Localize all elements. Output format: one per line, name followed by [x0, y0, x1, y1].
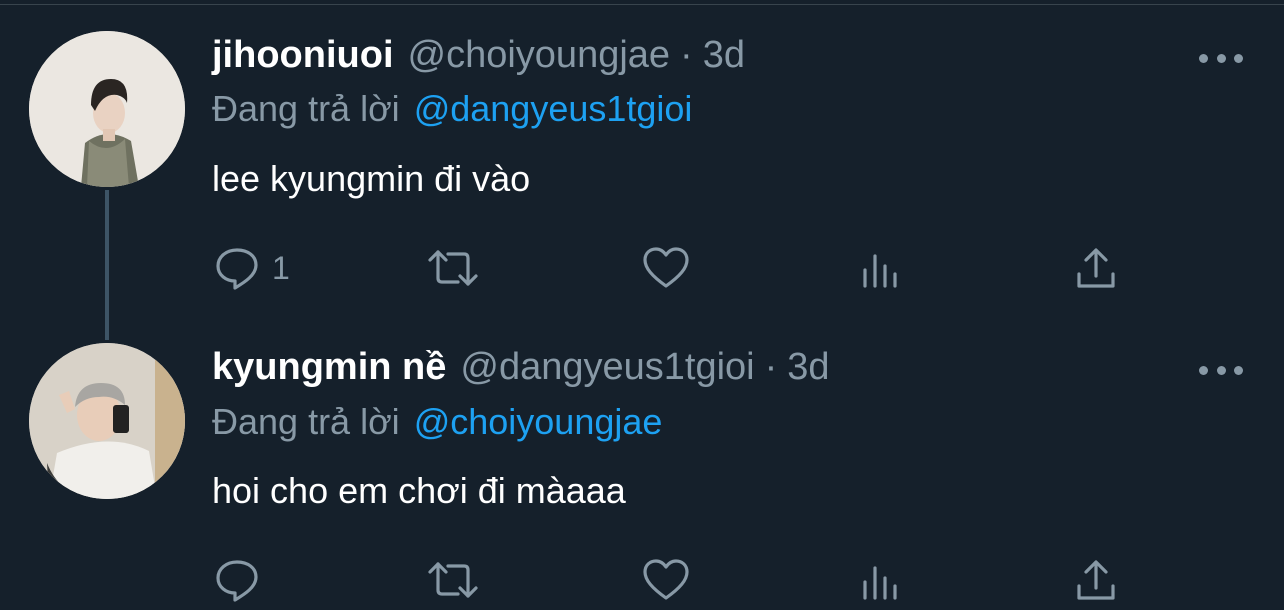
more-icon[interactable] [1199, 48, 1243, 68]
like-button[interactable] [642, 246, 690, 290]
tweet-text: lee kyungmin đi vào [212, 158, 531, 199]
analytics-button[interactable] [860, 562, 904, 602]
like-icon [643, 247, 689, 288]
more-icon[interactable] [1199, 360, 1243, 380]
timestamp[interactable]: 3d [787, 346, 829, 389]
tweet-header: jihooniuoi @choiyoungjae · 3d [212, 34, 745, 86]
share-icon [1077, 248, 1115, 288]
analytics-icon [863, 254, 897, 288]
share-button[interactable] [1074, 558, 1118, 602]
retweet-button[interactable] [426, 248, 480, 288]
display-name[interactable]: kyungmin nề [212, 346, 446, 389]
user-handle[interactable]: @dangyeus1tgioi [460, 346, 754, 389]
retweet-icon [428, 250, 478, 286]
avatar[interactable] [29, 343, 185, 499]
reply-prefix: Đang trả lời [212, 401, 400, 442]
user-handle[interactable]: @choiyoungjae [408, 34, 671, 77]
reply-icon [216, 560, 258, 602]
analytics-icon [863, 566, 897, 600]
display-name[interactable]: jihooniuoi [212, 34, 394, 77]
reply-context: Đang trả lời @choiyoungjae [212, 401, 662, 449]
tweet-header: kyungmin nề @dangyeus1tgioi · 3d [212, 346, 830, 398]
analytics-button[interactable] [860, 250, 904, 290]
like-icon [643, 559, 689, 600]
thread-connector-line [105, 190, 109, 340]
reply-button[interactable] [214, 558, 272, 602]
like-button[interactable] [642, 558, 690, 602]
reply-context: Đang trả lời @dangyeus1tgioi [212, 88, 692, 136]
reply-count: 1 [272, 249, 290, 286]
retweet-icon [428, 562, 478, 598]
reply-prefix: Đang trả lời [212, 88, 400, 129]
timestamp[interactable]: 3d [703, 34, 745, 77]
tweet-text: hoi cho em chơi đi màaaa [212, 470, 626, 511]
reply-icon [216, 248, 258, 290]
share-icon [1077, 560, 1115, 600]
separator-dot: · [680, 34, 693, 76]
avatar-photo-icon [29, 31, 185, 187]
share-button[interactable] [1074, 246, 1118, 290]
avatar[interactable] [29, 31, 185, 187]
avatar-photo-icon [29, 343, 185, 499]
reply-mention-link[interactable]: @choiyoungjae [414, 401, 663, 442]
retweet-button[interactable] [426, 560, 480, 600]
reply-button[interactable]: 1 [214, 246, 290, 290]
top-divider [0, 0, 1284, 5]
separator-dot: · [764, 346, 778, 388]
reply-mention-link[interactable]: @dangyeus1tgioi [414, 88, 693, 129]
